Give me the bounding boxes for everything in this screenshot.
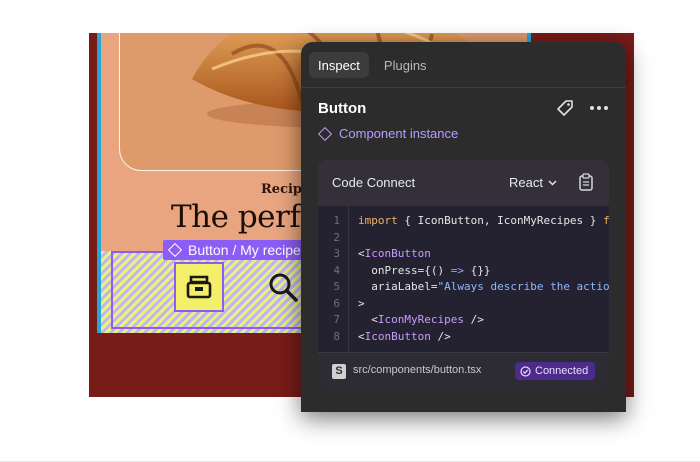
check-circle-icon: [520, 365, 531, 377]
selection-label-text: Button / My recipe: [188, 242, 301, 258]
code-text: <IconButton />: [358, 329, 451, 343]
panel-divider: [301, 87, 626, 88]
file-path[interactable]: src/components/button.tsx: [353, 364, 481, 376]
panel-tabs: Inspect Plugins: [309, 52, 436, 78]
component-instance-link[interactable]: Component instance: [317, 126, 459, 141]
component-link-button[interactable]: [554, 97, 576, 119]
code-text: >: [358, 296, 365, 310]
recipe-box-icon: [186, 275, 212, 299]
more-options-button[interactable]: [588, 97, 610, 119]
clipboard-icon[interactable]: [578, 173, 594, 191]
code-connect-title: Code Connect: [332, 175, 416, 190]
code-text: <IconButton: [358, 247, 431, 260]
chevron-down-icon: [548, 180, 557, 185]
code-text: ariaLabel="Always describe the action: [358, 280, 609, 293]
line-number: 5: [333, 280, 340, 293]
connected-label: Connected: [535, 365, 589, 377]
my-recipes-button[interactable]: [174, 262, 224, 312]
tab-plugins[interactable]: Plugins: [375, 52, 436, 78]
recipe-headline: The perfe: [171, 199, 319, 235]
line-number: 3: [333, 247, 340, 260]
language-dropdown[interactable]: React: [509, 175, 557, 190]
tag-icon: [557, 100, 573, 116]
instance-label: Component instance: [339, 126, 459, 141]
component-title: Button: [318, 100, 367, 117]
code-text: <IconMyRecipes />: [358, 313, 484, 326]
code-block[interactable]: 1 import { IconButton, IconMyRecipes } fr…: [318, 206, 609, 352]
instance-diamond-icon: [317, 126, 333, 141]
connected-badge: Connected: [515, 362, 596, 380]
line-number: 2: [333, 230, 340, 244]
line-number: 1: [333, 214, 340, 227]
code-text: import { IconButton, IconMyRecipes } fr: [358, 214, 609, 227]
code-text: onPress={() => {}}: [358, 263, 491, 277]
code-connect-header: Code Connect React: [318, 160, 609, 206]
tab-inspect[interactable]: Inspect: [309, 52, 369, 78]
search-button[interactable]: [261, 265, 305, 309]
more-icon: [590, 106, 608, 110]
selection-label: Button / My recipe: [163, 240, 307, 260]
storybook-file-icon: S: [332, 364, 346, 379]
component-diamond-icon: [167, 242, 183, 258]
language-label: React: [509, 175, 543, 190]
code-connect-card: Code Connect React 1 import { IconButton,…: [318, 160, 609, 388]
search-icon: [269, 273, 298, 302]
code-connect-footer: S src/components/button.tsx Connected: [318, 352, 609, 388]
line-number: 6: [333, 296, 340, 310]
line-number: 4: [333, 263, 340, 277]
line-number: 8: [333, 329, 340, 343]
inspect-panel: Inspect Plugins Button Component instanc…: [301, 42, 626, 412]
line-number: 7: [333, 313, 340, 326]
